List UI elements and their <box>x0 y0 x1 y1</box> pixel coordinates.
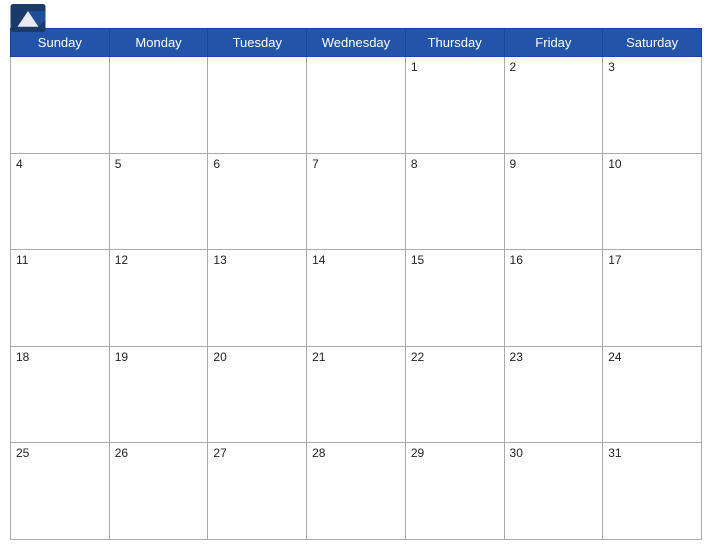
calendar-day: 1 <box>405 57 504 154</box>
day-number: 26 <box>115 446 128 460</box>
day-number: 7 <box>312 157 319 171</box>
calendar-day: 31 <box>603 443 702 540</box>
calendar-day: 21 <box>307 346 406 443</box>
calendar-day <box>11 57 110 154</box>
calendar-day: 16 <box>504 250 603 347</box>
calendar-day: 5 <box>109 153 208 250</box>
day-number: 6 <box>213 157 220 171</box>
calendar-day: 20 <box>208 346 307 443</box>
calendar-header <box>10 10 702 22</box>
day-number: 22 <box>411 350 424 364</box>
calendar-day: 3 <box>603 57 702 154</box>
day-number: 16 <box>510 253 523 267</box>
calendar-day: 9 <box>504 153 603 250</box>
calendar-week-4: 18 19 20 21 22 23 24 <box>11 346 702 443</box>
weekday-header-row: SundayMondayTuesdayWednesdayThursdayFrid… <box>11 29 702 57</box>
calendar-day: 2 <box>504 57 603 154</box>
day-number: 11 <box>16 253 28 267</box>
calendar-week-3: 11 12 13 14 15 16 17 <box>11 250 702 347</box>
calendar-day: 8 <box>405 153 504 250</box>
calendar-day: 27 <box>208 443 307 540</box>
day-number: 25 <box>16 446 29 460</box>
day-number: 18 <box>16 350 29 364</box>
calendar-day: 19 <box>109 346 208 443</box>
weekday-sunday: Sunday <box>11 29 110 57</box>
day-number: 20 <box>213 350 226 364</box>
calendar-day: 12 <box>109 250 208 347</box>
calendar-day <box>109 57 208 154</box>
day-number: 10 <box>608 157 621 171</box>
weekday-thursday: Thursday <box>405 29 504 57</box>
day-number: 5 <box>115 157 122 171</box>
day-number: 4 <box>16 157 23 171</box>
calendar-day: 15 <box>405 250 504 347</box>
calendar-table: SundayMondayTuesdayWednesdayThursdayFrid… <box>10 28 702 540</box>
calendar-day <box>208 57 307 154</box>
day-number: 8 <box>411 157 418 171</box>
calendar-day: 6 <box>208 153 307 250</box>
calendar-day: 26 <box>109 443 208 540</box>
day-number: 1 <box>411 60 418 74</box>
day-number: 2 <box>510 60 517 74</box>
day-number: 31 <box>608 446 621 460</box>
day-number: 3 <box>608 60 615 74</box>
calendar-day: 29 <box>405 443 504 540</box>
day-number: 27 <box>213 446 226 460</box>
weekday-friday: Friday <box>504 29 603 57</box>
logo <box>10 4 46 33</box>
calendar-week-2: 4 5 6 7 8 9 10 <box>11 153 702 250</box>
day-number: 14 <box>312 253 325 267</box>
calendar-week-1: 1 2 3 <box>11 57 702 154</box>
day-number: 9 <box>510 157 517 171</box>
day-number: 15 <box>411 253 424 267</box>
calendar-day: 23 <box>504 346 603 443</box>
weekday-saturday: Saturday <box>603 29 702 57</box>
calendar-day: 7 <box>307 153 406 250</box>
weekday-monday: Monday <box>109 29 208 57</box>
calendar-day: 28 <box>307 443 406 540</box>
calendar-day: 25 <box>11 443 110 540</box>
day-number: 13 <box>213 253 226 267</box>
day-number: 30 <box>510 446 523 460</box>
calendar-day: 30 <box>504 443 603 540</box>
calendar-day: 11 <box>11 250 110 347</box>
calendar-day: 4 <box>11 153 110 250</box>
weekday-tuesday: Tuesday <box>208 29 307 57</box>
day-number: 29 <box>411 446 424 460</box>
day-number: 23 <box>510 350 523 364</box>
calendar-day: 10 <box>603 153 702 250</box>
calendar-day: 24 <box>603 346 702 443</box>
day-number: 19 <box>115 350 128 364</box>
calendar-day: 14 <box>307 250 406 347</box>
weekday-wednesday: Wednesday <box>307 29 406 57</box>
calendar-day: 18 <box>11 346 110 443</box>
calendar-week-5: 25 26 27 28 29 30 31 <box>11 443 702 540</box>
calendar-day: 17 <box>603 250 702 347</box>
calendar-day <box>307 57 406 154</box>
day-number: 12 <box>115 253 128 267</box>
day-number: 21 <box>312 350 325 364</box>
day-number: 17 <box>608 253 621 267</box>
day-number: 24 <box>608 350 621 364</box>
day-number: 28 <box>312 446 325 460</box>
calendar-day: 22 <box>405 346 504 443</box>
calendar-day: 13 <box>208 250 307 347</box>
